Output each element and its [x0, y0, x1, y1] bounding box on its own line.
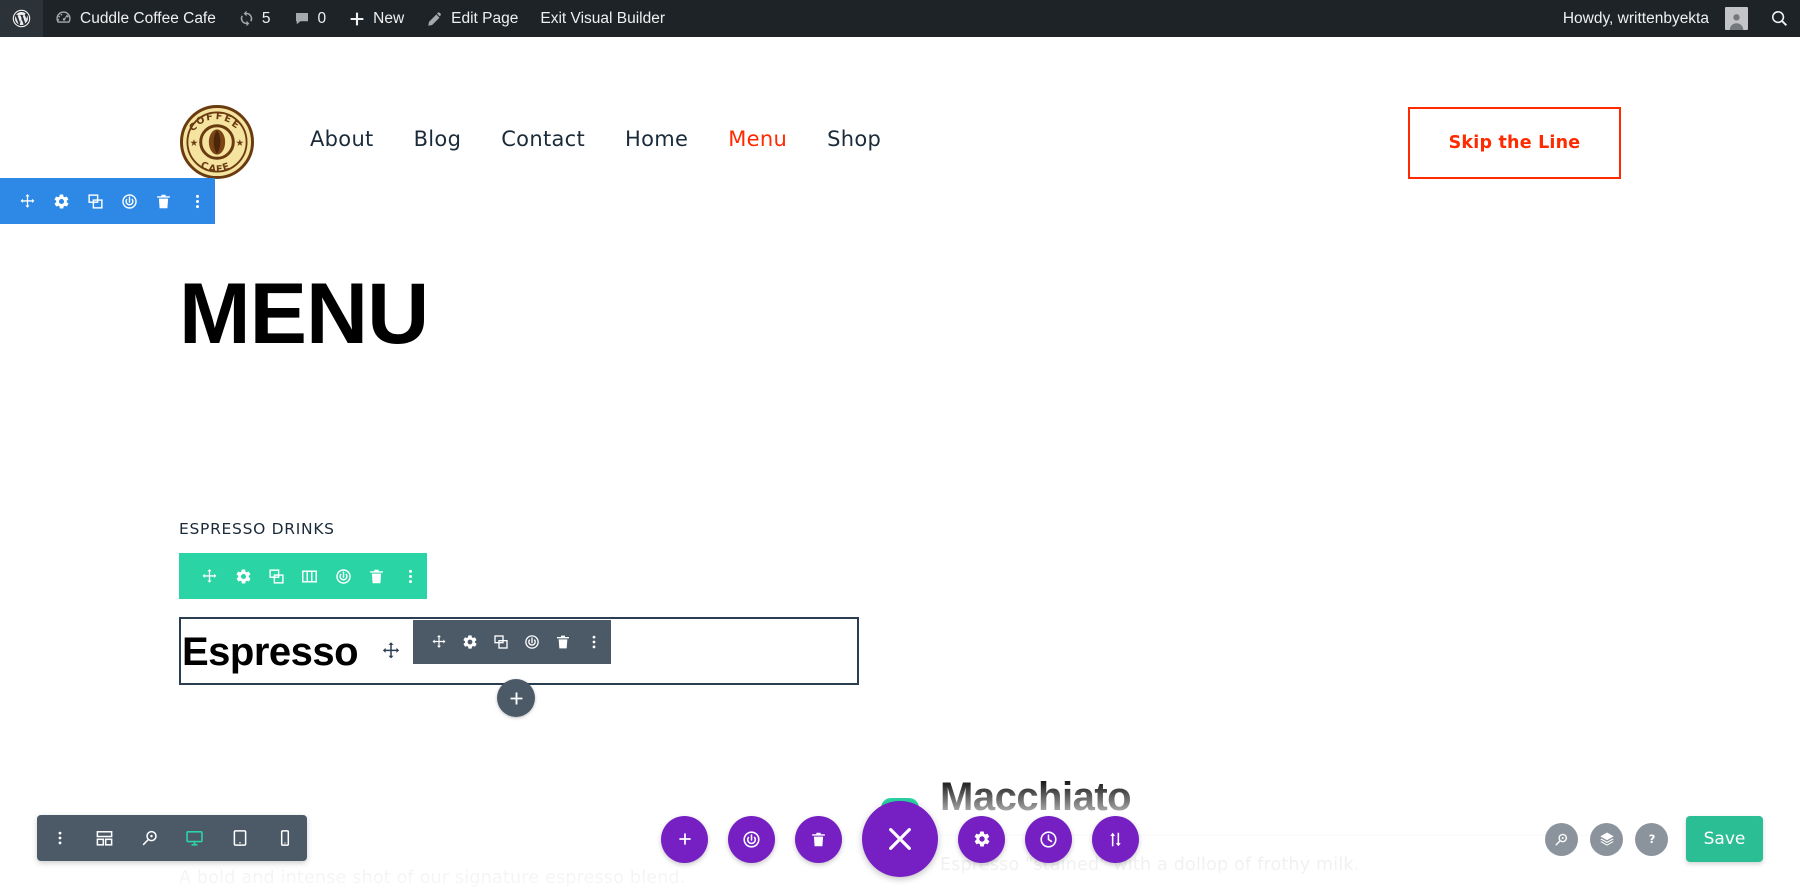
duplicate-icon[interactable] [485, 620, 516, 664]
section-toolbar [0, 178, 215, 224]
more-options-icon[interactable] [578, 620, 609, 664]
nav-item-blog[interactable]: Blog [394, 127, 482, 151]
gear-icon[interactable] [454, 620, 485, 664]
responsive-sort-button[interactable] [1092, 815, 1139, 863]
search-icon [1770, 9, 1789, 28]
nav-item-contact[interactable]: Contact [481, 127, 605, 151]
trash-icon[interactable] [360, 553, 393, 599]
dashboard-icon [54, 9, 73, 28]
editing-history-button[interactable] [1025, 815, 1072, 863]
layers-icon[interactable] [1590, 822, 1623, 856]
greeting-label: Howdy, writtenbyekta [1562, 9, 1709, 27]
nav-item-home[interactable]: Home [605, 127, 708, 151]
zoom-search-icon[interactable] [1545, 822, 1578, 856]
more-options-icon[interactable] [180, 178, 214, 224]
site-name-label: Cuddle Coffee Cafe [80, 9, 216, 27]
nav-item-menu[interactable]: Menu [708, 127, 807, 151]
edit-page-menu[interactable]: Edit Page [415, 0, 529, 37]
coffee-cafe-badge-logo[interactable]: C O F F E E C A F E ★ ★ [180, 105, 254, 179]
admin-bar-right: Howdy, writtenbyekta [1552, 0, 1800, 37]
primary-nav: About Blog Contact Home Menu Shop [290, 127, 901, 151]
zoom-out-icon[interactable] [127, 815, 172, 861]
site-name-menu[interactable]: Cuddle Coffee Cafe [43, 0, 227, 37]
add-module-button[interactable] [497, 679, 535, 717]
nav-item-about[interactable]: About [290, 127, 394, 151]
skip-the-line-button[interactable]: Skip the Line [1408, 107, 1621, 179]
gear-icon[interactable] [226, 553, 259, 599]
updates-icon [238, 10, 255, 27]
section-label-espresso-drinks: ESPRESSO DRINKS [179, 520, 335, 538]
columns-icon[interactable] [293, 553, 326, 599]
close-menu-button[interactable] [862, 801, 938, 877]
svg-text:★: ★ [189, 139, 198, 148]
power-icon[interactable] [327, 553, 360, 599]
tablet-view-icon[interactable] [217, 815, 262, 861]
trash-icon[interactable] [146, 178, 180, 224]
duplicate-icon[interactable] [260, 553, 293, 599]
edit-page-label: Edit Page [451, 9, 519, 27]
updates-count: 5 [261, 9, 271, 27]
trash-icon[interactable] [547, 620, 578, 664]
comments-count: 0 [317, 9, 327, 27]
admin-bar-search-button[interactable] [1759, 0, 1800, 37]
comments-icon [293, 10, 311, 28]
module-toolbar [413, 620, 611, 664]
avatar-icon [1725, 7, 1748, 30]
exit-visual-builder-label: Exit Visual Builder [540, 9, 665, 27]
help-icon[interactable]: ? [1635, 822, 1668, 856]
delete-button[interactable] [795, 815, 842, 863]
gear-icon[interactable] [44, 178, 78, 224]
updates-menu[interactable]: 5 [227, 0, 282, 37]
move-icon[interactable] [381, 641, 401, 661]
save-button[interactable]: Save [1686, 816, 1763, 862]
page-title: MENU [179, 266, 429, 362]
move-icon[interactable] [10, 178, 44, 224]
wireframe-icon[interactable] [82, 815, 127, 861]
my-account-menu[interactable]: Howdy, writtenbyekta [1552, 0, 1759, 37]
builder-view-mode-bar [37, 815, 307, 861]
row-toolbar [179, 553, 427, 599]
site-header: C O F F E E C A F E ★ ★ About Blog Conta… [0, 37, 1800, 179]
comments-menu[interactable]: 0 [282, 0, 338, 37]
wordpress-logo-icon [11, 8, 32, 29]
builder-utility-bar: ? Save [1545, 815, 1770, 863]
phone-view-icon[interactable] [262, 815, 307, 861]
more-options-icon[interactable] [394, 553, 427, 599]
move-icon[interactable] [193, 553, 226, 599]
page-settings-button[interactable] [958, 815, 1005, 863]
duplicate-icon[interactable] [78, 178, 112, 224]
exit-visual-builder-menu[interactable]: Exit Visual Builder [529, 0, 676, 37]
nav-item-shop[interactable]: Shop [807, 127, 901, 151]
builder-action-buttons [620, 801, 1180, 877]
toggle-enable-button[interactable] [728, 815, 775, 863]
svg-text:★: ★ [235, 139, 244, 148]
add-section-button[interactable] [661, 815, 708, 863]
desktop-view-icon[interactable] [172, 815, 217, 861]
move-icon[interactable] [423, 620, 454, 664]
wp-admin-bar: Cuddle Coffee Cafe 5 0 New Edit Page Exi… [0, 0, 1800, 37]
plus-icon [348, 10, 366, 28]
wp-logo-menu[interactable] [0, 0, 43, 37]
power-icon[interactable] [516, 620, 547, 664]
power-icon[interactable] [112, 178, 146, 224]
pencil-icon [426, 10, 444, 28]
module-title-espresso: Espresso [182, 630, 359, 674]
new-label: New [373, 9, 405, 27]
svg-text:F: F [215, 111, 223, 123]
svg-text:?: ? [1648, 832, 1655, 846]
more-options-icon[interactable] [37, 815, 82, 861]
new-content-menu[interactable]: New [337, 0, 415, 37]
